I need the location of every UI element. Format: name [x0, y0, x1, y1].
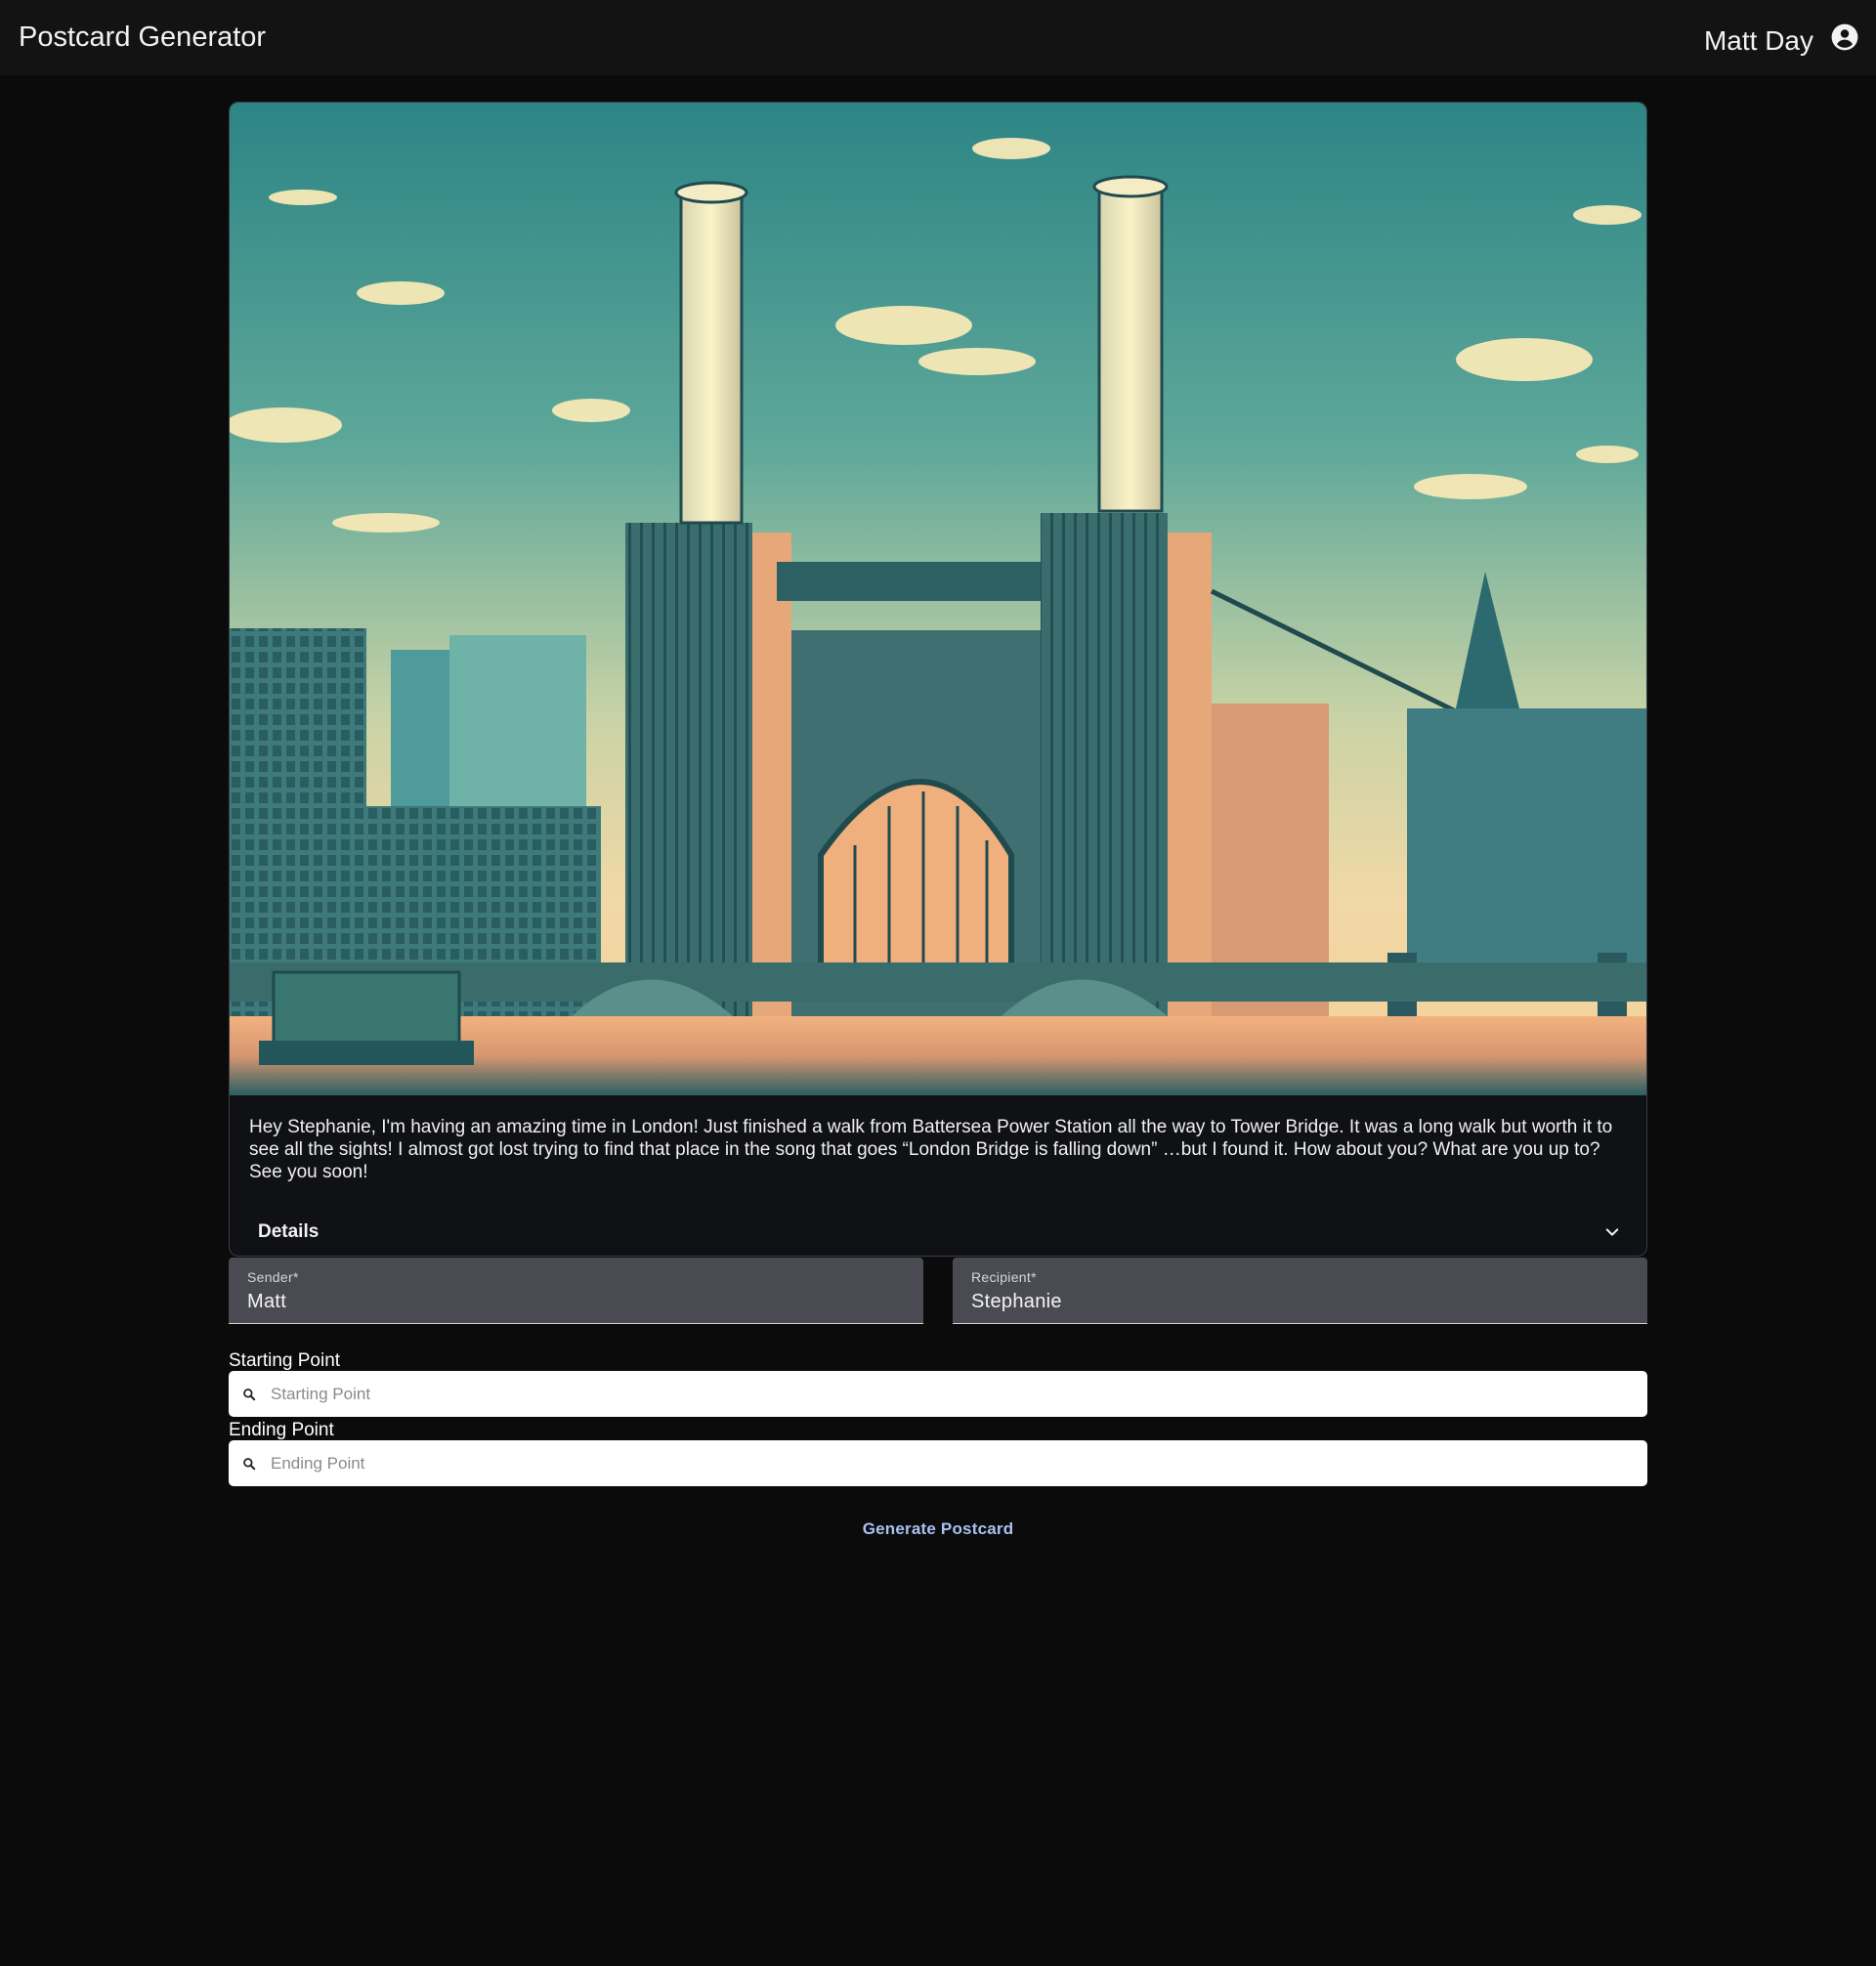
postcard-message: Hey Stephanie, I'm having an amazing tim… — [249, 1117, 1613, 1182]
user-name[interactable]: Matt Day — [1704, 25, 1813, 57]
ending-point-label: Ending Point — [229, 1420, 334, 1440]
recipient-field[interactable]: Recipient* Stephanie — [953, 1258, 1647, 1324]
postcard-image — [230, 103, 1646, 1095]
postcard-card: Hey Stephanie, I'm having an amazing tim… — [229, 102, 1647, 1257]
recipient-label: Recipient* — [971, 1269, 1037, 1285]
app-bar: Postcard Generator Matt Day — [0, 0, 1876, 75]
ending-point-input[interactable] — [271, 1453, 1619, 1474]
starting-point-input[interactable] — [271, 1384, 1619, 1404]
sender-value[interactable]: Matt — [247, 1291, 905, 1313]
sender-field[interactable]: Sender* Matt — [229, 1258, 923, 1324]
chevron-down-icon[interactable] — [1603, 1223, 1621, 1241]
generate-postcard-button[interactable]: Generate Postcard — [840, 1513, 1036, 1546]
search-icon — [243, 1388, 256, 1400]
account-circle-icon[interactable] — [1831, 23, 1858, 51]
starting-point-search[interactable] — [229, 1371, 1647, 1417]
details-label: Details — [258, 1221, 320, 1242]
recipient-value[interactable]: Stephanie — [971, 1291, 1629, 1313]
details-expander[interactable]: Details — [230, 1207, 1646, 1256]
search-icon — [243, 1457, 256, 1470]
app-title: Postcard Generator — [19, 21, 267, 53]
sender-label: Sender* — [247, 1269, 299, 1285]
starting-point-label: Starting Point — [229, 1350, 341, 1371]
ending-point-search[interactable] — [229, 1440, 1647, 1486]
user-menu[interactable]: Matt Day — [1704, 23, 1858, 57]
